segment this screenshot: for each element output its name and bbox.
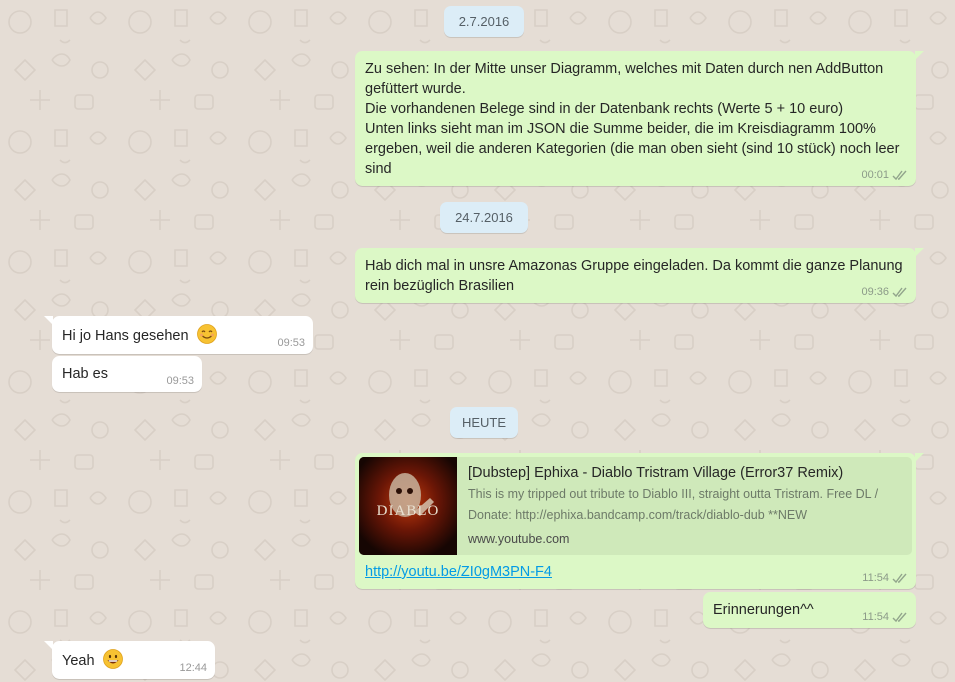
- message-meta: 11:54: [862, 610, 908, 624]
- message-time: 12:44: [179, 662, 207, 674]
- message-time: 09:53: [277, 337, 305, 349]
- preview-body: [Dubstep] Ephixa - Diablo Tristram Villa…: [457, 457, 912, 555]
- double-check-icon: [892, 170, 907, 180]
- date-divider: 24.7.2016: [440, 202, 528, 233]
- message-text: Zu sehen: In der Mitte unser Diagramm, w…: [365, 61, 900, 177]
- message-text: Hi jo Hans gesehen: [62, 328, 189, 344]
- message-meta: 09:53: [277, 336, 305, 350]
- message-text: Hab dich mal in unsre Amazonas Gruppe ei…: [365, 258, 907, 294]
- grinning-face-emoji: [102, 649, 123, 669]
- double-check-icon: [892, 287, 907, 297]
- message-meta: 11:54: [862, 571, 908, 585]
- message-outgoing[interactable]: Erinnerungen^^ 11:54: [703, 592, 916, 628]
- date-label: 24.7.2016: [455, 210, 513, 225]
- date-divider: 2.7.2016: [444, 6, 524, 37]
- message-text: Erinnerungen^^: [713, 602, 814, 618]
- double-check-icon: [892, 612, 907, 622]
- date-label: 2.7.2016: [458, 14, 510, 29]
- message-incoming[interactable]: Yeah 12:44: [44, 641, 215, 679]
- message-time: 11:54: [862, 572, 889, 584]
- message-outgoing[interactable]: Zu sehen: In der Mitte unser Diagramm, w…: [355, 51, 924, 186]
- message-meta: 09:36: [861, 285, 908, 299]
- message-time: 09:53: [166, 375, 194, 387]
- smiling-face-emoji: [196, 324, 217, 344]
- date-divider: HEUTE: [450, 407, 518, 438]
- link-preview[interactable]: DIABLO [Dubstep] Ephixa - Diablo Tristra…: [359, 457, 912, 555]
- message-outgoing[interactable]: Hab dich mal in unsre Amazonas Gruppe ei…: [355, 248, 924, 303]
- date-label: HEUTE: [461, 415, 507, 430]
- message-text: Yeah: [62, 653, 95, 669]
- message-link[interactable]: http://youtu.be/ZI0gM3PN-F4: [365, 564, 552, 580]
- thumbnail-logo-text: DIABLO: [377, 503, 440, 519]
- preview-description: This is my tripped out tribute to Diablo…: [468, 487, 879, 522]
- message-time: 00:01: [861, 169, 889, 181]
- preview-title: [Dubstep] Ephixa - Diablo Tristram Villa…: [468, 465, 844, 481]
- message-incoming[interactable]: Hab es 09:53: [52, 356, 202, 392]
- message-outgoing-link[interactable]: DIABLO [Dubstep] Ephixa - Diablo Tristra…: [355, 453, 924, 589]
- message-time: 11:54: [862, 611, 889, 623]
- message-time: 09:36: [861, 286, 889, 298]
- diablo-thumbnail: DIABLO: [359, 457, 457, 555]
- message-incoming[interactable]: Hi jo Hans gesehen 09:53: [44, 316, 313, 354]
- message-meta: 12:44: [179, 661, 207, 675]
- message-meta: 00:01: [861, 168, 908, 182]
- double-check-icon: [892, 573, 907, 583]
- message-meta: 09:53: [166, 374, 194, 388]
- preview-host: www.youtube.com: [468, 532, 570, 546]
- message-text: Hab es: [62, 366, 108, 382]
